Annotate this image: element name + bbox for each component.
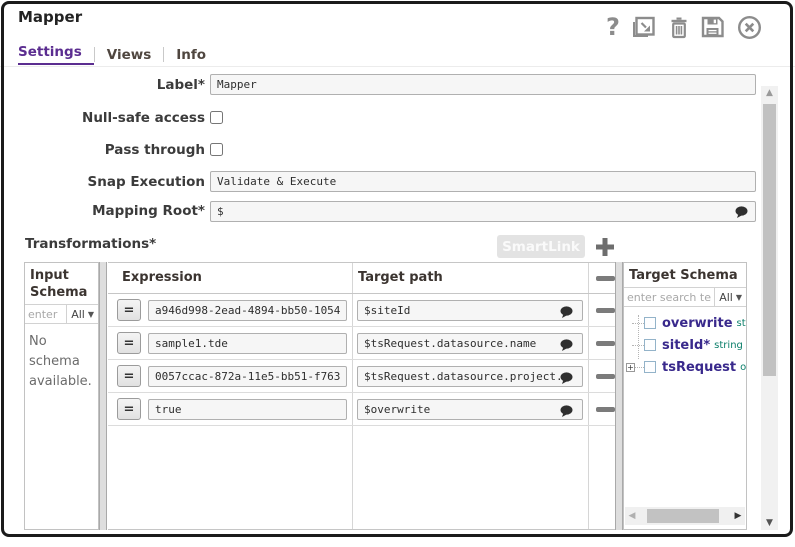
target-path-input[interactable] [357, 333, 583, 354]
expression-input[interactable] [148, 399, 347, 420]
remove-row-icon[interactable] [595, 393, 615, 426]
target-path-input[interactable] [357, 399, 583, 420]
scroll-right-icon[interactable]: ▶ [731, 511, 745, 521]
table-header-row: Expression Target path [108, 263, 615, 294]
comment-bubble-icon[interactable] [560, 370, 573, 389]
scroll-left-icon[interactable]: ◀ [625, 511, 639, 521]
transformations-title: Transformations* [25, 236, 157, 252]
input-schema-title: Input Schema [30, 268, 88, 300]
transformations-table: Expression Target path = = = = [108, 262, 615, 530]
remove-row-icon[interactable] [595, 294, 615, 327]
tree-expand-icon[interactable]: + [626, 363, 635, 372]
target-schema-panel: Target Schema All▼ overwrite string site… [623, 262, 747, 530]
null-safe-checkbox[interactable] [210, 111, 223, 124]
tree-item-type: object [740, 361, 747, 373]
chevron-down-icon: ▼ [735, 292, 742, 302]
toolbar: ? [606, 13, 762, 41]
input-schema-search-row: All▼ [25, 304, 98, 324]
tab-settings[interactable]: Settings [18, 44, 94, 65]
snap-execution-input[interactable] [210, 171, 756, 192]
comment-bubble-icon[interactable] [560, 403, 573, 422]
null-safe-label: Null-safe access [82, 110, 205, 126]
tree-item-type: string [736, 317, 746, 329]
expression-column-header: Expression [122, 270, 202, 285]
close-icon[interactable] [737, 15, 762, 40]
table-row: = [108, 360, 615, 393]
target-schema-title: Target Schema [629, 268, 738, 283]
expression-input[interactable] [148, 300, 347, 321]
scrollbar-thumb[interactable] [647, 509, 719, 523]
help-icon[interactable]: ? [606, 14, 620, 40]
expression-input[interactable] [148, 366, 347, 387]
mapping-equals-button[interactable]: = [117, 299, 141, 321]
tree-checkbox[interactable] [644, 361, 656, 373]
mapping-root-field [210, 200, 756, 222]
chevron-down-icon: ▼ [87, 309, 94, 319]
input-schema-filter-dropdown[interactable]: All ▼ [66, 305, 98, 323]
comment-bubble-icon[interactable] [560, 337, 573, 356]
save-icon[interactable] [700, 15, 725, 39]
tabs-divider [0, 66, 795, 67]
comment-bubble-icon[interactable] [735, 204, 748, 223]
target-schema-horizontal-scrollbar[interactable]: ◀ ▶ [625, 507, 745, 525]
remove-row-icon[interactable] [595, 263, 615, 294]
tab-views[interactable]: Views [95, 47, 164, 63]
label-input[interactable] [210, 74, 756, 95]
tree-checkbox[interactable] [644, 317, 656, 329]
tab-info[interactable]: Info [164, 47, 218, 63]
tree-connector [632, 322, 644, 324]
label-field-label: Label* [156, 77, 205, 93]
scroll-up-icon[interactable]: ▲ [761, 88, 778, 98]
target-schema-filter-dropdown[interactable]: All ▼ [714, 288, 746, 306]
page-title: Mapper [18, 8, 83, 26]
target-path-column-header: Target path [358, 270, 443, 285]
table-row: = [108, 327, 615, 360]
add-row-icon[interactable] [593, 235, 617, 259]
snap-execution-label: Snap Execution [87, 174, 205, 190]
tree-item-type: string [714, 339, 743, 351]
target-path-input[interactable] [357, 366, 583, 387]
comment-bubble-icon[interactable] [560, 304, 573, 323]
tree-item-label: siteId* [662, 337, 711, 353]
target-schema-tree: overwrite string siteId* string + tsRequ… [624, 307, 746, 378]
tree-checkbox[interactable] [644, 339, 656, 351]
right-splitter[interactable] [615, 262, 623, 530]
target-path-input[interactable] [357, 300, 583, 321]
tree-item-tsrequest[interactable]: + tsRequest object [624, 356, 746, 378]
delete-icon[interactable] [669, 16, 689, 39]
mapping-equals-button[interactable]: = [117, 398, 141, 420]
mapping-root-label: Mapping Root* [92, 203, 205, 219]
target-schema-search-row: All▼ [624, 287, 746, 307]
tree-connector [632, 344, 644, 346]
scrollbar-thumb[interactable] [763, 104, 776, 376]
popout-icon[interactable] [631, 15, 657, 39]
input-schema-empty-text: No schema available. [29, 334, 92, 389]
remove-row-icon[interactable] [595, 360, 615, 393]
mapping-equals-button[interactable]: = [117, 365, 141, 387]
table-row: = [108, 393, 615, 426]
input-schema-search-input[interactable] [25, 307, 67, 321]
table-row: = [108, 294, 615, 327]
scrollbar-track[interactable] [639, 508, 731, 524]
mapping-equals-button[interactable]: = [117, 332, 141, 354]
mapping-root-input[interactable] [210, 201, 756, 222]
tree-item-siteid[interactable]: siteId* string [624, 334, 746, 356]
smartlink-button[interactable]: SmartLink [497, 235, 585, 258]
tree-item-overwrite[interactable]: overwrite string [624, 312, 746, 334]
tab-bar: Settings Views Info [18, 44, 218, 65]
target-schema-search-input[interactable] [624, 290, 715, 304]
left-splitter[interactable] [99, 262, 107, 530]
tree-item-label: tsRequest [662, 359, 737, 375]
tree-item-label: overwrite [662, 315, 733, 331]
pass-through-checkbox[interactable] [210, 143, 223, 156]
remove-row-icon[interactable] [595, 327, 615, 360]
expression-input[interactable] [148, 333, 347, 354]
scroll-down-icon[interactable]: ▼ [761, 518, 778, 528]
main-vertical-scrollbar[interactable]: ▲ ▼ [761, 86, 778, 530]
pass-through-label: Pass through [104, 142, 205, 158]
input-schema-panel: Input Schema All▼ No schema available. [24, 262, 99, 530]
